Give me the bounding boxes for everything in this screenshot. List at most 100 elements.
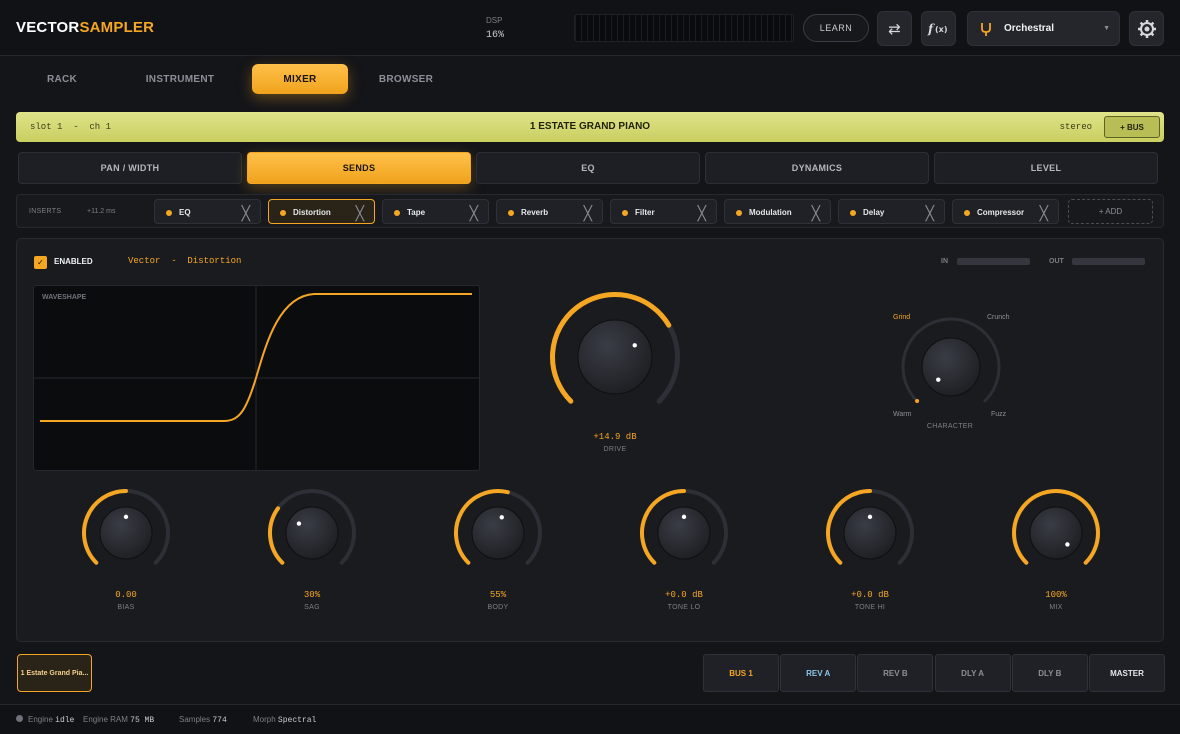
knob-mix-label: MIX: [1049, 604, 1063, 611]
knob-body-value: 55%: [489, 590, 507, 600]
tab-instrument[interactable]: INSTRUMENT: [132, 64, 228, 94]
insert-slot-tape[interactable]: Tape ╳: [382, 199, 489, 224]
preset-selector[interactable]: Orchestral ▼: [967, 11, 1120, 46]
knob-mix[interactable]: [1011, 488, 1101, 578]
knob-tone-hi[interactable]: [825, 488, 915, 578]
remove-insert-icon[interactable]: ╳: [584, 205, 592, 222]
enabled-label: ENABLED: [54, 257, 93, 266]
tab-mixer[interactable]: MIXER: [252, 64, 348, 94]
insert-slot-eq[interactable]: EQ ╳: [154, 199, 261, 224]
bus-button-bus-1[interactable]: BUS 1: [703, 654, 779, 692]
output-meter-label: OUT: [1049, 258, 1064, 265]
insert-slot-label: Delay: [863, 208, 885, 217]
remove-insert-icon[interactable]: ╳: [926, 205, 934, 222]
character-option-fuzz[interactable]: Fuzz: [991, 411, 1006, 418]
knob-body-body: [471, 506, 525, 560]
knob-tone-hi-indicator: [867, 514, 873, 520]
character-option-crunch[interactable]: Crunch: [987, 314, 1010, 321]
remove-insert-icon[interactable]: ╳: [698, 205, 706, 222]
insert-slot-modulation[interactable]: Modulation ╳: [724, 199, 831, 224]
waveshape-display: WAVESHAPE: [33, 285, 480, 471]
section-tab-pan-width[interactable]: PAN / WIDTH: [18, 152, 242, 184]
remove-insert-icon[interactable]: ╳: [1040, 205, 1048, 222]
track-chip[interactable]: 1 Estate Grand Pia...: [17, 654, 92, 692]
chevron-down-icon: ▼: [1103, 25, 1110, 32]
remove-insert-icon[interactable]: ╳: [356, 205, 364, 222]
remove-insert-icon[interactable]: ╳: [812, 205, 820, 222]
function-fx-icon: f (x): [927, 22, 947, 36]
insert-slot-compressor[interactable]: Compressor ╳: [952, 199, 1059, 224]
gear-icon: [1137, 19, 1156, 38]
knob-sag-indicator: [296, 521, 302, 526]
knob-bias-label: BIAS: [117, 604, 135, 611]
channel-header: slot 1 - ch 1 1 ESTATE GRAND PIANO stere…: [16, 112, 1164, 142]
bus-button-master[interactable]: MASTER: [1089, 654, 1165, 692]
knob-sag-label: SAG: [304, 604, 320, 611]
character-option-warm[interactable]: Warm: [893, 411, 911, 418]
enabled-checkbox[interactable]: ✓: [34, 256, 47, 269]
knob-sag[interactable]: [267, 488, 357, 578]
insert-slot-label: Filter: [635, 208, 655, 217]
insert-active-dot: [736, 210, 742, 216]
section-tab-eq[interactable]: EQ: [476, 152, 700, 184]
tab-browser[interactable]: BROWSER: [358, 64, 454, 94]
knob-mix-value: 100%: [1045, 590, 1067, 600]
insert-slot-distortion[interactable]: Distortion ╳: [268, 199, 375, 224]
inserts-latency: +11.2 ms: [87, 208, 116, 215]
status-engine: Engine idle: [28, 715, 74, 725]
output-meter: [574, 14, 794, 42]
insert-active-dot: [622, 210, 628, 216]
section-tab-sends[interactable]: SENDS: [247, 152, 471, 184]
check-icon: ✓: [37, 258, 44, 267]
remove-insert-icon[interactable]: ╳: [470, 205, 478, 222]
character-selector[interactable]: [893, 309, 1009, 425]
knob-tone-lo-value: +0.0 dB: [665, 590, 703, 600]
drive-knob[interactable]: [549, 291, 681, 423]
bus-button-dly-b[interactable]: DLY B: [1011, 654, 1088, 692]
knob-bias[interactable]: [81, 488, 171, 578]
knob-body-indicator: [499, 515, 504, 520]
add-insert-button[interactable]: + ADD: [1068, 199, 1153, 224]
knob-body[interactable]: [453, 488, 543, 578]
status-samples-value: 774: [212, 716, 227, 725]
section-tab-dynamics[interactable]: DYNAMICS: [705, 152, 929, 184]
drive-value: +14.9 dB: [593, 432, 637, 442]
character-option-grind[interactable]: Grind: [893, 314, 910, 321]
knob-mix-body: [1029, 506, 1083, 560]
add-bus-button[interactable]: + BUS: [1104, 116, 1160, 138]
status-morph: Morph Spectral: [253, 715, 316, 725]
knob-sag-body: [285, 506, 339, 560]
remove-insert-icon[interactable]: ╳: [242, 205, 250, 222]
tab-rack[interactable]: RACK: [14, 64, 110, 94]
insert-slot-label: Tape: [407, 208, 426, 217]
tuning-fork-icon: [981, 23, 991, 36]
knob-bias-value: 0.00: [115, 590, 137, 600]
bus-button-dly-a[interactable]: DLY A: [934, 654, 1011, 692]
bus-button-rev-b[interactable]: REV B: [857, 654, 934, 692]
insert-slot-delay[interactable]: Delay ╳: [838, 199, 945, 224]
section-tab-level[interactable]: LEVEL: [934, 152, 1158, 184]
swap-button[interactable]: ⇄: [877, 11, 912, 46]
waveshape-graph: [34, 286, 479, 470]
learn-button[interactable]: LEARN: [803, 14, 869, 42]
logo-word-1: VECTOR: [16, 19, 80, 36]
swap-arrows-icon: ⇄: [888, 20, 901, 38]
inserts-row: INSERTS +11.2 ms EQ ╳ Distortion ╳ Tape ╳ Reve…: [16, 194, 1164, 228]
insert-slot-filter[interactable]: Filter ╳: [610, 199, 717, 224]
bus-button-rev-a[interactable]: REV A: [780, 654, 857, 692]
preset-name: Orchestral: [1004, 23, 1055, 34]
channel-name: 1 ESTATE GRAND PIANO: [529, 121, 651, 132]
knob-sag-value: 30%: [303, 590, 321, 600]
status-engine-label: Engine: [28, 715, 53, 724]
settings-button[interactable]: [1129, 11, 1164, 46]
insert-active-dot: [166, 210, 172, 216]
inserts-label: INSERTS: [29, 208, 62, 215]
insert-slot-reverb[interactable]: Reverb ╳: [496, 199, 603, 224]
drive-label: DRIVE: [603, 446, 627, 453]
logo-word-2: SAMPLER: [79, 19, 155, 36]
knob-tone-lo[interactable]: [639, 488, 729, 578]
insert-active-dot: [850, 210, 856, 216]
app-logo: VECTORSAMPLER: [16, 19, 154, 36]
function-button[interactable]: f (x): [921, 11, 956, 46]
insert-active-dot: [394, 210, 400, 216]
